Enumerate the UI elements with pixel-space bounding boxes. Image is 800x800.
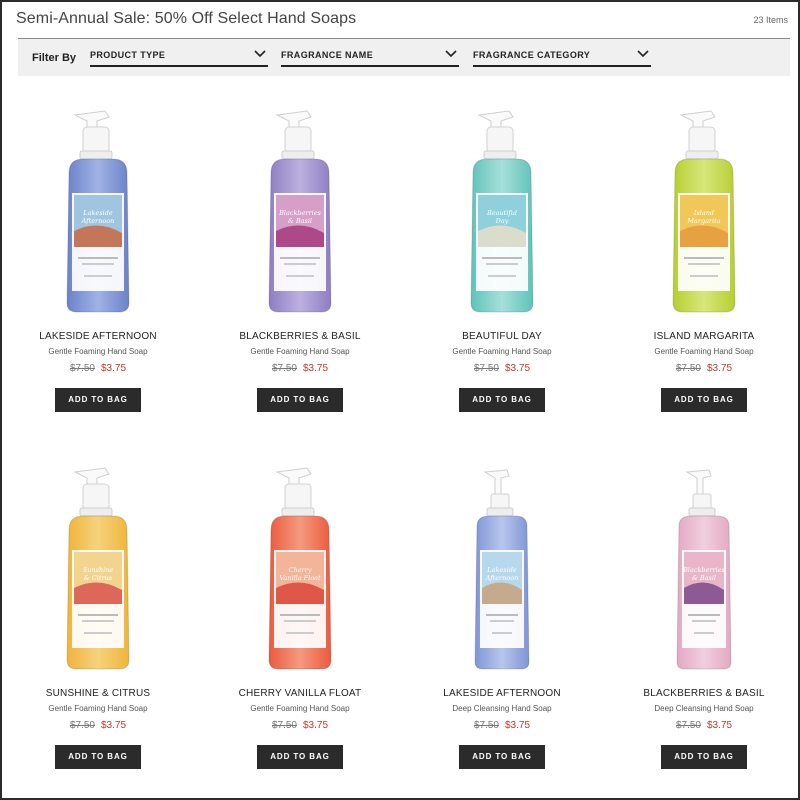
chevron-down-icon bbox=[445, 50, 457, 58]
add-to-bag-button[interactable]: ADD TO BAG bbox=[661, 388, 747, 412]
svg-text:Vanilla Float: Vanilla Float bbox=[279, 574, 321, 582]
sale-price: $3.75 bbox=[303, 720, 329, 731]
product-type-dropdown[interactable]: PRODUCT TYPE bbox=[90, 47, 268, 67]
price-block: $7.50 $3.75 bbox=[0, 363, 198, 374]
filter-label: Filter By bbox=[32, 52, 77, 64]
product-type: Deep Cleansing Hand Soap bbox=[654, 704, 754, 713]
add-to-bag-button[interactable]: ADD TO BAG bbox=[257, 745, 343, 769]
svg-text:Blackberries: Blackberries bbox=[682, 566, 725, 574]
product-type: Gentle Foaming Hand Soap bbox=[654, 347, 754, 356]
product-card[interactable]: Beautiful Day BEAUTIFUL DAY Gentle Foamin… bbox=[402, 107, 602, 437]
original-price: $7.50 bbox=[69, 720, 95, 731]
price-block: $7.50 $3.75 bbox=[604, 363, 800, 374]
svg-text:& Basil: & Basil bbox=[288, 217, 312, 225]
product-type: Gentle Foaming Hand Soap bbox=[48, 704, 148, 713]
product-name[interactable]: BLACKBERRIES & BASIL bbox=[604, 688, 800, 699]
filter-bar: Filter By PRODUCT TYPE FRAGRANCE NAME FR… bbox=[18, 38, 790, 76]
product-type: Gentle Foaming Hand Soap bbox=[250, 704, 350, 713]
sale-price: $3.75 bbox=[505, 720, 531, 731]
sale-price: $3.75 bbox=[707, 720, 733, 731]
product-card[interactable]: Blackberries & Basil BLACKBERRIES & BASI… bbox=[200, 107, 400, 437]
svg-text:Blackberries: Blackberries bbox=[278, 209, 321, 217]
product-card[interactable]: Cherry Vanilla Float CHERRY VANILLA FLOA… bbox=[200, 464, 400, 794]
fragrance-name-dropdown[interactable]: FRAGRANCE NAME bbox=[281, 47, 459, 67]
original-price: $7.50 bbox=[271, 363, 297, 374]
product-card[interactable]: Sunshine & Citrus SUNSHINE & CITRUS Gentl… bbox=[0, 464, 198, 794]
product-image[interactable]: Blackberries & Basil bbox=[659, 464, 749, 674]
svg-text:Margarita: Margarita bbox=[686, 217, 720, 225]
svg-text:Lakeside: Lakeside bbox=[486, 566, 517, 574]
product-image[interactable]: Cherry Vanilla Float bbox=[255, 464, 345, 674]
product-card[interactable]: Lakeside Afternoon LAKESIDE AFTERNOON Dee… bbox=[402, 464, 602, 794]
product-image[interactable]: Lakeside Afternoon bbox=[53, 107, 143, 317]
original-price: $7.50 bbox=[473, 720, 499, 731]
svg-text:& Citrus: & Citrus bbox=[84, 574, 113, 582]
product-card[interactable]: Blackberries & Basil BLACKBERRIES & BASI… bbox=[604, 464, 800, 794]
fragrance-category-dropdown[interactable]: FRAGRANCE CATEGORY bbox=[473, 47, 651, 67]
price-block: $7.50 $3.75 bbox=[0, 720, 198, 731]
product-image[interactable]: Island Margarita bbox=[659, 107, 749, 317]
product-name[interactable]: CHERRY VANILLA FLOAT bbox=[200, 688, 400, 699]
chevron-down-icon bbox=[637, 50, 649, 58]
svg-text:Day: Day bbox=[495, 217, 509, 225]
price-block: $7.50 $3.75 bbox=[402, 720, 602, 731]
add-to-bag-button[interactable]: ADD TO BAG bbox=[55, 745, 141, 769]
product-image[interactable]: Sunshine & Citrus bbox=[53, 464, 143, 674]
price-block: $7.50 $3.75 bbox=[402, 363, 602, 374]
product-name[interactable]: LAKESIDE AFTERNOON bbox=[402, 688, 602, 699]
product-name[interactable]: BLACKBERRIES & BASIL bbox=[200, 331, 400, 342]
add-to-bag-button[interactable]: ADD TO BAG bbox=[257, 388, 343, 412]
svg-text:Cherry: Cherry bbox=[289, 566, 312, 574]
dropdown-label: FRAGRANCE CATEGORY bbox=[473, 50, 591, 60]
original-price: $7.50 bbox=[69, 363, 95, 374]
product-card[interactable]: Island Margarita ISLAND MARGARITA Gentle … bbox=[604, 107, 800, 437]
product-type: Gentle Foaming Hand Soap bbox=[452, 347, 552, 356]
add-to-bag-button[interactable]: ADD TO BAG bbox=[459, 388, 545, 412]
dropdown-label: FRAGRANCE NAME bbox=[281, 50, 374, 60]
chevron-down-icon bbox=[254, 50, 266, 58]
svg-text:& Basil: & Basil bbox=[692, 574, 716, 582]
product-name[interactable]: LAKESIDE AFTERNOON bbox=[0, 331, 198, 342]
product-name[interactable]: ISLAND MARGARITA bbox=[604, 331, 800, 342]
page-header: Semi-Annual Sale: 50% Off Select Hand So… bbox=[16, 10, 788, 34]
product-name[interactable]: SUNSHINE & CITRUS bbox=[0, 688, 198, 699]
page-title: Semi-Annual Sale: 50% Off Select Hand So… bbox=[16, 10, 357, 27]
original-price: $7.50 bbox=[271, 720, 297, 731]
item-count: 23 Items bbox=[753, 15, 788, 25]
svg-text:Island: Island bbox=[693, 209, 714, 217]
sale-price: $3.75 bbox=[101, 363, 127, 374]
sale-price: $3.75 bbox=[303, 363, 329, 374]
original-price: $7.50 bbox=[675, 363, 701, 374]
product-type: Gentle Foaming Hand Soap bbox=[250, 347, 350, 356]
product-card[interactable]: Lakeside Afternoon LAKESIDE AFTERNOON Gen… bbox=[0, 107, 198, 437]
product-type: Deep Cleansing Hand Soap bbox=[452, 704, 552, 713]
price-block: $7.50 $3.75 bbox=[200, 363, 400, 374]
add-to-bag-button[interactable]: ADD TO BAG bbox=[661, 745, 747, 769]
price-block: $7.50 $3.75 bbox=[604, 720, 800, 731]
original-price: $7.50 bbox=[675, 720, 701, 731]
sale-price: $3.75 bbox=[101, 720, 127, 731]
sale-price: $3.75 bbox=[707, 363, 733, 374]
add-to-bag-button[interactable]: ADD TO BAG bbox=[55, 388, 141, 412]
svg-text:Beautiful: Beautiful bbox=[486, 209, 517, 217]
original-price: $7.50 bbox=[473, 363, 499, 374]
dropdown-label: PRODUCT TYPE bbox=[90, 50, 166, 60]
page-frame: Semi-Annual Sale: 50% Off Select Hand So… bbox=[0, 0, 800, 800]
product-image[interactable]: Beautiful Day bbox=[457, 107, 547, 317]
sale-price: $3.75 bbox=[505, 363, 531, 374]
svg-text:Afternoon: Afternoon bbox=[485, 574, 519, 582]
price-block: $7.50 $3.75 bbox=[200, 720, 400, 731]
product-image[interactable]: Blackberries & Basil bbox=[255, 107, 345, 317]
product-type: Gentle Foaming Hand Soap bbox=[48, 347, 148, 356]
svg-text:Sunshine: Sunshine bbox=[83, 566, 114, 574]
svg-text:Lakeside: Lakeside bbox=[82, 209, 113, 217]
product-name[interactable]: BEAUTIFUL DAY bbox=[402, 331, 602, 342]
add-to-bag-button[interactable]: ADD TO BAG bbox=[459, 745, 545, 769]
product-image[interactable]: Lakeside Afternoon bbox=[457, 464, 547, 674]
svg-text:Afternoon: Afternoon bbox=[81, 217, 115, 225]
